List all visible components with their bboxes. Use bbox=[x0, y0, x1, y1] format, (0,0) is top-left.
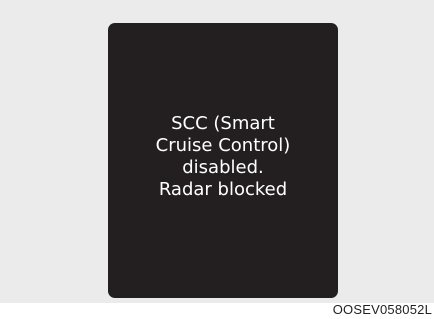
image-reference-code: OOSEV058052L bbox=[332, 302, 432, 317]
message-line-2: Cruise Control) bbox=[155, 134, 291, 156]
cluster-display-screen: SCC (Smart Cruise Control) disabled. Rad… bbox=[108, 23, 338, 298]
message-line-4: Radar blocked bbox=[158, 178, 288, 200]
message-line-1: SCC (Smart bbox=[171, 112, 275, 134]
message-line-3: disabled. bbox=[182, 156, 264, 178]
figure-background: SCC (Smart Cruise Control) disabled. Rad… bbox=[0, 0, 434, 303]
warning-message: SCC (Smart Cruise Control) disabled. Rad… bbox=[156, 113, 291, 201]
